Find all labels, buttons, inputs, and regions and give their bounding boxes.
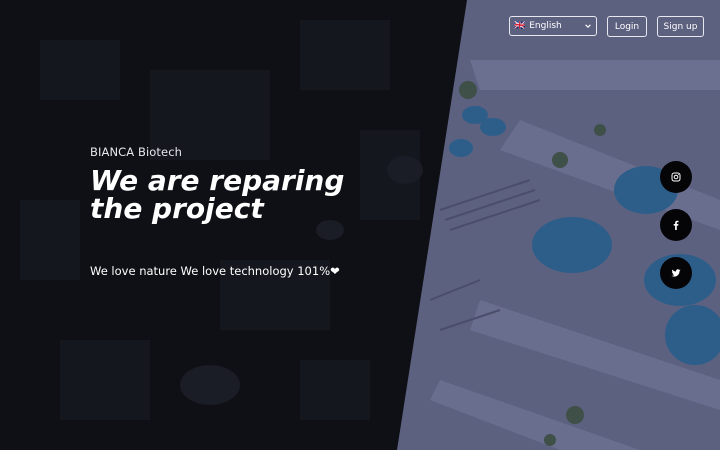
hero-tagline: We love nature We love technology 101%❤ bbox=[90, 264, 340, 278]
flag-icon: 🇬🇧 bbox=[514, 21, 526, 31]
facebook-icon bbox=[673, 220, 679, 230]
login-button[interactable]: Login bbox=[607, 16, 647, 37]
signup-button[interactable]: Sign up bbox=[657, 16, 704, 37]
instagram-button[interactable] bbox=[660, 161, 692, 193]
hero-headline: We are reparing the project bbox=[90, 164, 345, 225]
chevron-down-icon bbox=[585, 24, 591, 28]
twitter-icon bbox=[671, 269, 681, 277]
instagram-icon bbox=[671, 172, 681, 182]
background-illustration bbox=[0, 0, 720, 450]
language-select[interactable]: 🇬🇧 English bbox=[509, 16, 597, 36]
twitter-button[interactable] bbox=[660, 257, 692, 289]
facebook-button[interactable] bbox=[660, 209, 692, 241]
brand-name: BIANCA Biotech bbox=[90, 145, 183, 159]
language-select-value: English bbox=[529, 21, 562, 31]
